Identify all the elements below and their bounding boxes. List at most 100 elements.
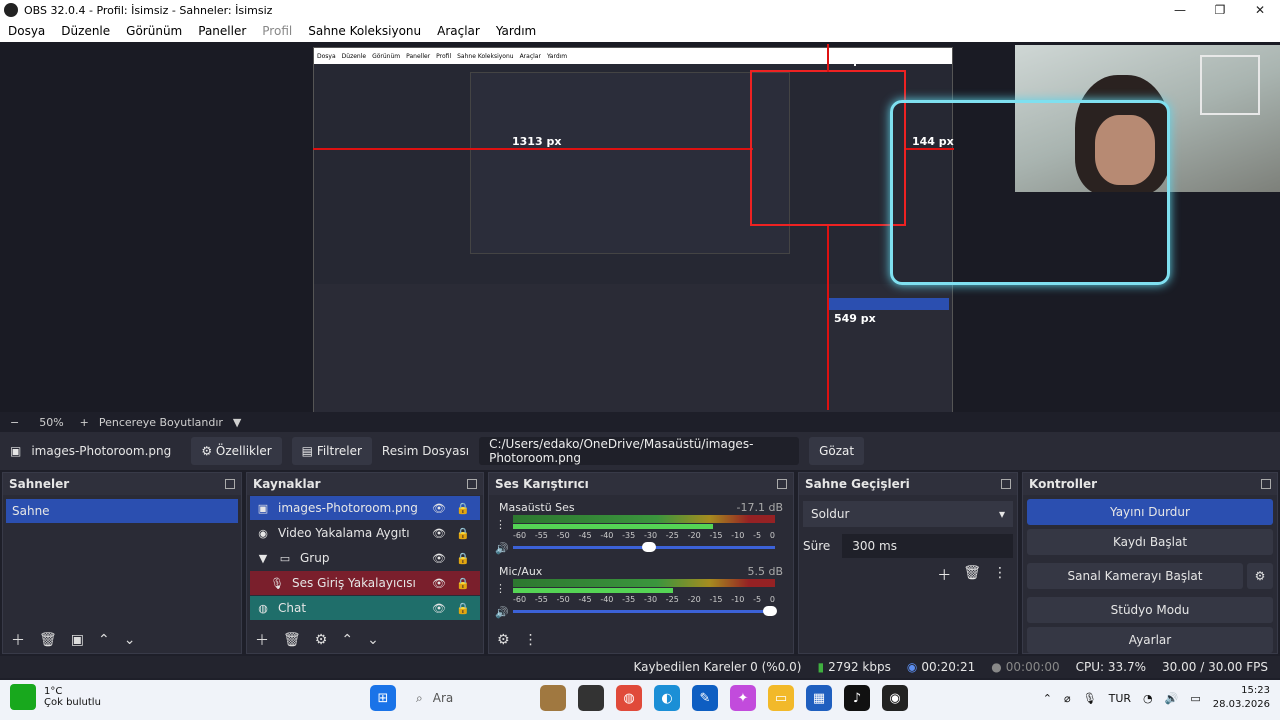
store-icon[interactable]: ▦	[806, 685, 832, 711]
menu-duzenle[interactable]: Düzenle	[53, 24, 118, 38]
zoom-level: 50%	[39, 415, 64, 429]
menu-sahne-koleksiyonu[interactable]: Sahne Koleksiyonu	[300, 24, 429, 38]
trash-icon[interactable]: 🗑	[39, 632, 57, 648]
menu-araclar[interactable]: Araçlar	[429, 24, 488, 38]
source-item[interactable]: 🎙 Ses Giriş Yakalayıcısı 👁 🔒	[250, 571, 480, 595]
eye-icon[interactable]: 👁	[432, 502, 446, 515]
lock-icon[interactable]: 🔒	[456, 502, 470, 515]
menu-dosya[interactable]: Dosya	[0, 24, 53, 38]
chevron-up-icon[interactable]: ⌃	[1043, 692, 1052, 705]
image-file-path[interactable]: C:/Users/edako/OneDrive/Masaüstü/images-…	[479, 437, 800, 465]
volume-slider[interactable]	[513, 542, 775, 552]
source-item[interactable]: ◉ Video Yakalama Aygıtı 👁 🔒	[250, 521, 480, 545]
app-icon[interactable]: ✎	[692, 685, 718, 711]
duration-input[interactable]: 300 ms	[842, 534, 1013, 558]
settings-button[interactable]: Ayarlar	[1027, 627, 1273, 653]
guide-bottom-line	[827, 226, 829, 410]
volume-slider[interactable]	[513, 606, 777, 616]
maximize-icon[interactable]: ❐	[1200, 0, 1240, 20]
eye-icon[interactable]: 👁	[432, 552, 446, 565]
eye-icon[interactable]: 👁	[432, 527, 446, 540]
sources-footer: ＋ 🗑 ⚙ ⌃ ⌄	[247, 627, 483, 653]
source-item[interactable]: ▣ images-Photoroom.png 👁 🔒	[250, 496, 480, 520]
menu-yardim[interactable]: Yardım	[488, 24, 544, 38]
meter-tick: -35	[622, 531, 636, 540]
virtual-cam-button[interactable]: Sanal Kamerayı Başlat	[1027, 563, 1243, 589]
advanced-audio-icon[interactable]: ⚙	[497, 632, 510, 648]
folder-icon[interactable]: ▭	[768, 685, 794, 711]
taskbar-search[interactable]: ⌕ Ara	[408, 684, 528, 712]
lock-icon[interactable]: 🔒	[456, 577, 470, 590]
menu-profil[interactable]: Profil	[254, 24, 300, 38]
more-icon[interactable]: ⋮	[495, 581, 509, 597]
arrow-up-icon[interactable]: ⌃	[341, 632, 353, 648]
minimize-icon[interactable]: —	[1160, 0, 1200, 20]
volume-knob[interactable]	[762, 606, 777, 616]
stop-stream-button[interactable]: Yayını Durdur	[1027, 499, 1273, 525]
more-icon[interactable]: ⋮	[495, 517, 509, 533]
lock-icon[interactable]: 🔒	[456, 527, 470, 540]
eye-icon[interactable]: 👁	[432, 602, 446, 615]
trash-icon[interactable]: 🗑	[283, 632, 301, 648]
undock-icon[interactable]	[467, 479, 477, 489]
task-view-icon[interactable]	[578, 685, 604, 711]
source-item[interactable]: ◍ Chat 👁 🔒	[250, 596, 480, 620]
arrow-up-icon[interactable]: ⌃	[98, 632, 110, 648]
weather-widget[interactable]: 1°C Çok bulutlu	[10, 684, 101, 710]
add-icon[interactable]: ＋	[937, 565, 951, 585]
volume-icon[interactable]: 🔊	[1165, 692, 1179, 705]
app-icon[interactable]	[540, 685, 566, 711]
chevron-down-icon[interactable]: ▼	[256, 552, 270, 565]
lock-icon[interactable]: 🔒	[456, 552, 470, 565]
zoom-in-button[interactable]: +	[80, 416, 89, 429]
eye-icon[interactable]: 👁	[432, 577, 446, 590]
add-icon[interactable]: ＋	[255, 630, 269, 650]
obs-icon[interactable]: ◉	[882, 685, 908, 711]
undock-icon[interactable]	[1261, 479, 1271, 489]
selection-bounding-box[interactable]	[750, 70, 906, 226]
menu-gorunum[interactable]: Görünüm	[118, 24, 190, 38]
start-record-button[interactable]: Kaydı Başlat	[1027, 529, 1273, 555]
camera-icon: ◉	[258, 526, 268, 540]
battery-icon[interactable]: ▭	[1190, 692, 1200, 705]
browse-button[interactable]: Gözat	[809, 437, 865, 465]
network-icon[interactable]: ⌀	[1064, 692, 1071, 705]
speaker-icon[interactable]: 🔊	[495, 541, 509, 557]
arrow-down-icon[interactable]: ⌄	[124, 632, 136, 648]
start-icon[interactable]: ⊞	[370, 685, 396, 711]
fit-to-window-select[interactable]: Pencereye Boyutlandır	[99, 416, 223, 429]
undock-icon[interactable]	[777, 479, 787, 489]
filter-icon[interactable]: ▣	[71, 632, 84, 648]
source-item[interactable]: ▼ ▭ Grup 👁 🔒	[250, 546, 480, 570]
scene-item[interactable]: Sahne	[6, 499, 238, 523]
volume-knob[interactable]	[642, 542, 657, 552]
trash-icon[interactable]: 🗑	[963, 565, 981, 585]
language[interactable]: TUR	[1109, 692, 1131, 705]
more-icon[interactable]: ⋮	[993, 565, 1007, 585]
edge-icon[interactable]: ◐	[654, 685, 680, 711]
gear-icon[interactable]: ⚙	[315, 632, 328, 648]
chevron-down-icon[interactable]: ▼	[233, 416, 241, 429]
add-icon[interactable]: ＋	[11, 630, 25, 650]
lock-icon[interactable]: 🔒	[456, 602, 470, 615]
properties-button[interactable]: ⚙ Özellikler	[191, 437, 282, 465]
clock[interactable]: 15:23 28.03.2026	[1213, 684, 1270, 712]
arrow-down-icon[interactable]: ⌄	[367, 632, 379, 648]
speaker-icon[interactable]: 🔊	[495, 605, 509, 621]
undock-icon[interactable]	[225, 479, 235, 489]
copilot-icon[interactable]: ✦	[730, 685, 756, 711]
chrome-icon[interactable]: ◍	[616, 685, 642, 711]
menu-paneller[interactable]: Paneller	[190, 24, 254, 38]
filters-button[interactable]: ▤ Filtreler	[291, 437, 372, 465]
microphone-icon[interactable]: 🎙	[1083, 692, 1097, 705]
window-controls: — ❐ ✕	[1160, 0, 1280, 20]
more-icon[interactable]: ⋮	[524, 632, 538, 648]
undock-icon[interactable]	[1001, 479, 1011, 489]
gear-icon[interactable]: ⚙	[1247, 563, 1273, 589]
close-icon[interactable]: ✕	[1240, 0, 1280, 20]
tiktok-icon[interactable]: ♪	[844, 685, 870, 711]
zoom-out-button[interactable]: −	[10, 416, 19, 429]
studio-mode-button[interactable]: Stüdyo Modu	[1027, 597, 1273, 623]
transition-select[interactable]: Soldur ▾	[803, 501, 1013, 527]
wifi-icon[interactable]: ◔	[1143, 692, 1153, 705]
